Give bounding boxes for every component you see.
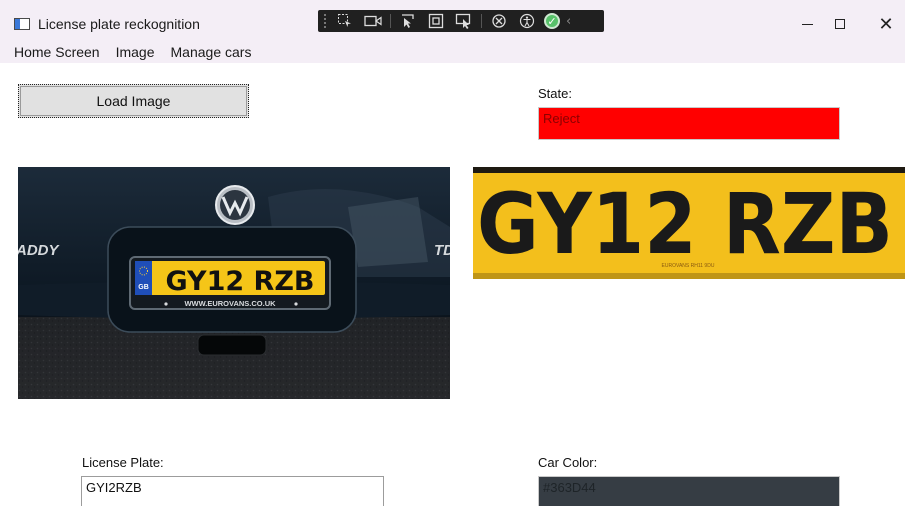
close-button[interactable]: ✕ — [866, 12, 905, 36]
title-bar: License plate reckognition ✓ ‹ ✕ — [0, 0, 905, 40]
plate-crop-text: GY12 RZB — [477, 175, 893, 273]
record-icon[interactable] — [362, 12, 384, 30]
toolbar-separator — [481, 14, 482, 28]
app-window-icon — [14, 18, 30, 30]
maximize-button[interactable] — [820, 12, 860, 36]
car-plate-text: GY12 RZB — [165, 266, 314, 297]
toolbar-separator — [390, 14, 391, 28]
check-icon[interactable]: ✓ — [544, 13, 560, 29]
toolbar-grip-icon[interactable] — [324, 14, 328, 28]
maximize-icon — [835, 19, 845, 29]
state-label: State: — [538, 86, 572, 101]
menu-image[interactable]: Image — [100, 44, 155, 60]
debug-toolbar: ✓ ‹ — [318, 10, 604, 32]
plate-country-code: GB — [138, 284, 149, 291]
license-plate-label: License Plate: — [82, 455, 164, 470]
license-plate-field[interactable]: GYI2RZB — [81, 476, 384, 506]
car-photo: ADDY TD GB GY12 RZB WWW.EUROVANS.CO.UK — [18, 167, 450, 399]
car-badge-right: TD — [434, 242, 450, 259]
select-element-icon[interactable] — [334, 12, 356, 30]
window-title: License plate reckognition — [38, 16, 200, 32]
state-field: Reject — [538, 107, 840, 140]
accessibility-icon[interactable] — [516, 12, 538, 30]
menu-home-screen[interactable]: Home Screen — [0, 44, 100, 60]
car-color-label: Car Color: — [538, 455, 598, 470]
load-image-button[interactable]: Load Image — [18, 84, 249, 118]
car-badge-left: ADDY — [18, 242, 60, 259]
collapse-chevron-icon[interactable]: ‹ — [566, 14, 571, 29]
pointer-icon[interactable] — [397, 12, 419, 30]
minimize-icon — [801, 23, 813, 25]
track-focus-icon[interactable] — [453, 12, 475, 30]
hot-reload-icon[interactable] — [488, 12, 510, 30]
close-icon: ✕ — [878, 13, 894, 35]
plate-crop-image: GY12 RZB EUROVANS RH11 9DU — [473, 167, 905, 279]
menu-bar: Home Screen Image Manage cars — [0, 40, 905, 63]
menu-manage-cars[interactable]: Manage cars — [155, 44, 252, 60]
car-color-field: #363D44 — [538, 476, 840, 506]
plate-crop-small-text: EUROVANS RH11 9DU — [662, 263, 715, 269]
dealer-text: WWW.EUROVANS.CO.UK — [184, 299, 276, 308]
frame-icon[interactable] — [425, 12, 447, 30]
